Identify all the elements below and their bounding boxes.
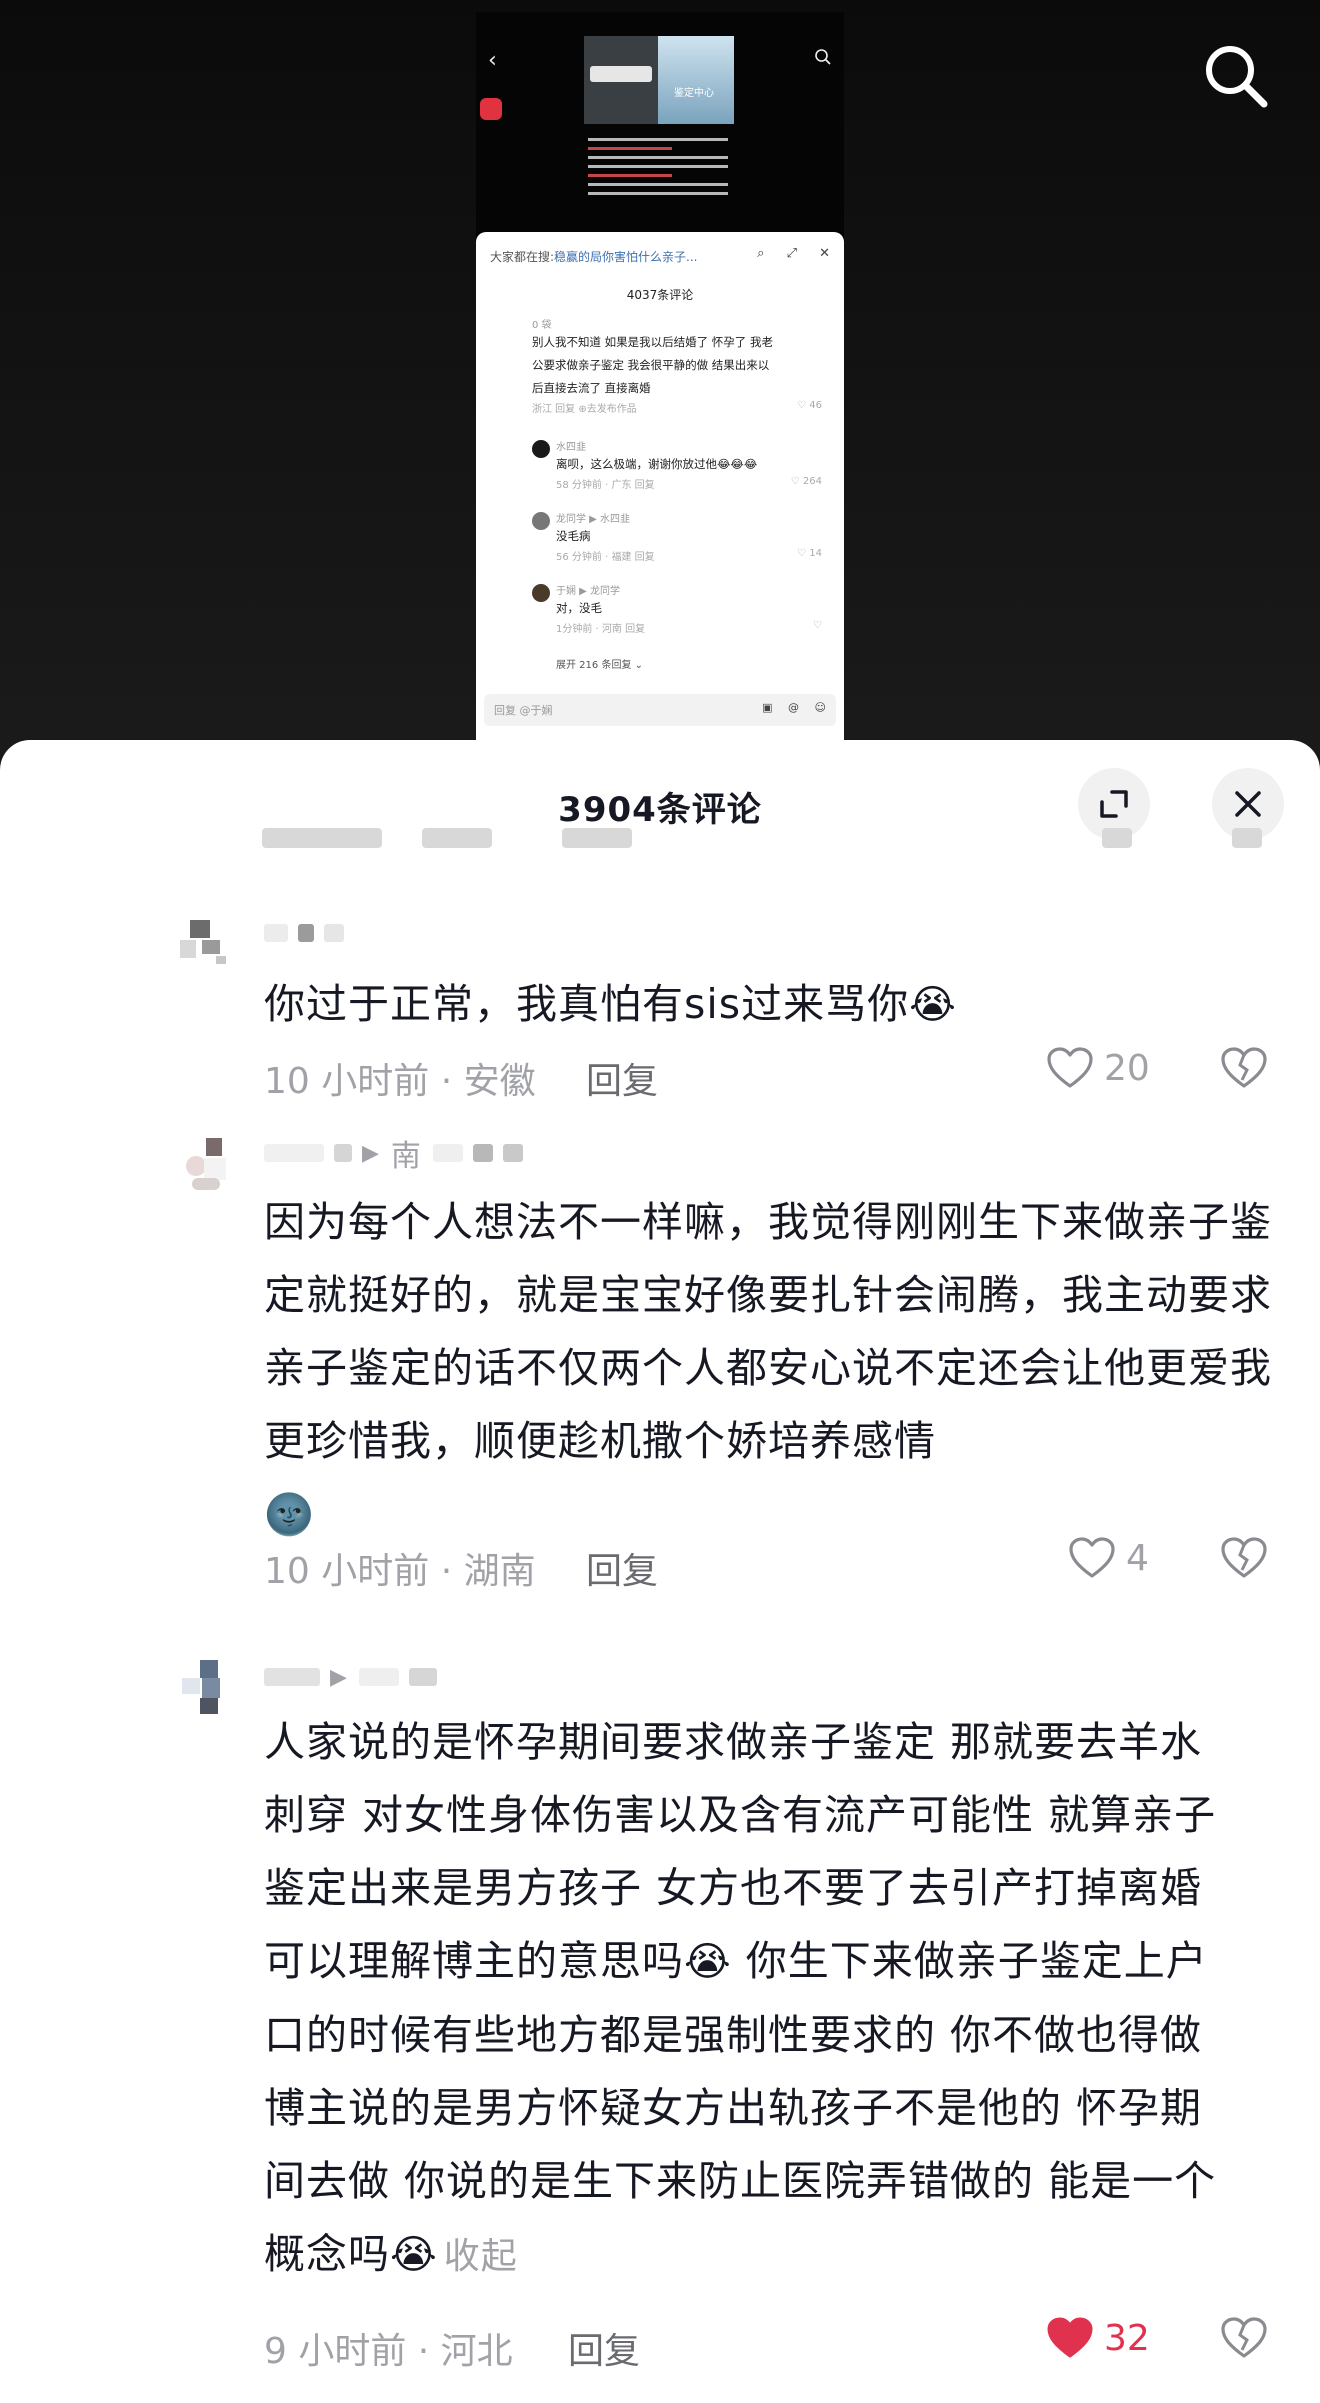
broken-heart-icon (1221, 1047, 1267, 1088)
reply-to-username[interactable]: 南 (391, 1131, 421, 1175)
avatar[interactable] (180, 1138, 240, 1198)
like-button[interactable]: 4 (1068, 1536, 1149, 1580)
preview-comment-panel: 大家都在搜:稳赢的局你害怕什么亲子... ⌕ ⤢ ✕ 4037条评论 0 袋 别… (476, 232, 844, 740)
expand-icon (1100, 790, 1128, 818)
comment-meta: 9 小时前 · 河北 回复 32 (264, 2316, 1274, 2372)
preview-reply-bar: 回复 @于娴 ▣ @ ☺ (484, 694, 836, 726)
reply-button[interactable]: 回复 (586, 1052, 658, 1104)
close-icon (1235, 791, 1261, 817)
collapse-button[interactable]: 收起 (444, 2236, 518, 2277)
preview-panel-icons: ⌕ ⤢ ✕ (757, 246, 830, 261)
comment-text: 人家说的是怀孕期间要求做亲子鉴定 那就要去羊水 刺穿 对女性身体伤害以及含有流产… (264, 1718, 1217, 2278)
crying-emoji-icon: 😭 (390, 2232, 438, 2278)
live-badge-icon (480, 98, 502, 120)
comment-time-location: 9 小时前 · 河北 (264, 2331, 513, 2372)
like-button[interactable]: 32 (1046, 2316, 1150, 2360)
comment-time-location: 10 小时前 · 安徽 (264, 1061, 536, 1102)
dislike-button[interactable] (1219, 1046, 1269, 1094)
username[interactable]: ▶ 南 (264, 1138, 533, 1174)
clipped-previous-comment-meta (262, 828, 1262, 848)
like-button[interactable]: 20 (1046, 1046, 1150, 1090)
preview-comment: 于娴 ▶ 龙同学 对，没毛 1分钟前 · 河南 回复 ♡ (556, 586, 822, 635)
username[interactable]: ▶ (264, 1662, 447, 1692)
avatar (532, 440, 550, 458)
reply-arrow-icon: ▶ (362, 1140, 379, 1166)
dislike-button[interactable] (1219, 2316, 1269, 2364)
comment-meta: 10 小时前 · 安徽 回复 20 (264, 1046, 1274, 1102)
heart-filled-icon (1047, 2317, 1093, 2358)
reply-button[interactable]: 回复 (568, 2322, 640, 2374)
video-subtitle-lines (588, 132, 728, 201)
search-icon[interactable] (1200, 40, 1272, 112)
comment-text: 因为每个人想法不一样嘛，我觉得刚刚生下来做亲子鉴定就挺好的，就是宝宝好像要扎针会… (264, 1198, 1272, 1538)
heart-icon (1047, 1047, 1093, 1088)
broken-heart-icon (1221, 2317, 1267, 2358)
heart-icon (1069, 1537, 1115, 1578)
preview-comment: 0 袋 别人我不知道 如果是我以后结婚了 怀孕了 我老 公要求做亲子鉴定 我会很… (532, 320, 822, 415)
like-count: 4 (1126, 1537, 1149, 1579)
preview-comment-count: 4037条评论 (626, 288, 694, 302)
video-screenshot: ‹ 鉴定中心 大家都在搜:稳赢的局你害怕什么亲子... ⌕ ⤢ ✕ 4037条评… (476, 12, 844, 740)
comment-text: 你过于正常，我真怕有sis过来骂你😭 (264, 980, 957, 1028)
avatar (532, 512, 550, 530)
avatar[interactable] (180, 1658, 240, 1718)
preview-search-hint: 大家都在搜:稳赢的局你害怕什么亲子... (490, 250, 698, 264)
comment-sheet: 3904条评论 你过于正常，我真怕有sis过来骂你😭 10 小时前 · 安徽 回… (0, 740, 1320, 2403)
preview-comment: 龙同学 ▶ 水四韭 没毛病 56 分钟前 · 福建 回复 ♡ 14 (556, 514, 822, 563)
reply-button[interactable]: 回复 (586, 1542, 658, 1594)
back-icon: ‹ (488, 48, 497, 73)
video-thumbnail: 鉴定中心 (584, 36, 734, 124)
broken-heart-icon (1221, 1537, 1267, 1578)
video-header: ‹ 鉴定中心 (476, 12, 844, 232)
avatar[interactable] (180, 916, 240, 976)
new-moon-face-emoji-icon: 🌚 (264, 1492, 315, 1538)
preview-expand-replies: 展开 216 条回复 ⌄ (556, 660, 644, 671)
thumb-caption: 鉴定中心 (674, 88, 714, 99)
crying-laughing-emoji-icon: 😭 (909, 982, 957, 1028)
dislike-button[interactable] (1219, 1536, 1269, 1584)
username[interactable] (264, 918, 354, 948)
comment-meta: 10 小时前 · 湖南 回复 4 (264, 1536, 1274, 1592)
comment-time-location: 10 小时前 · 湖南 (264, 1551, 536, 1592)
like-count: 32 (1104, 2317, 1150, 2359)
search-icon (814, 48, 832, 70)
reply-arrow-icon: ▶ (330, 1664, 347, 1690)
preview-comment: 水四韭 离呗，这么极端，谢谢你放过他😂😂😂 58 分钟前 · 广东 回复 ♡ 26… (556, 442, 822, 491)
like-count: 20 (1104, 1047, 1150, 1089)
crying-emoji-icon: 😭 (684, 1939, 732, 1985)
avatar (532, 584, 550, 602)
